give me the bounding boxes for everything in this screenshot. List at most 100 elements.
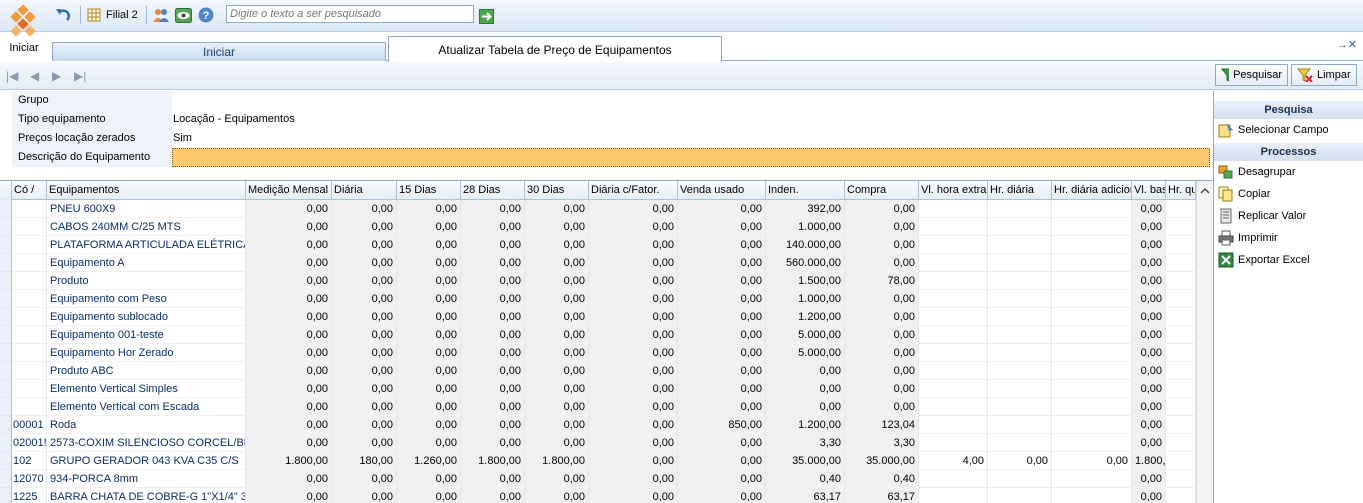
cell-days-15[interactable]: 0,00 [397,200,461,218]
cell-base-value[interactable]: 0,00 [1132,200,1166,218]
cell-overtime[interactable] [919,470,988,488]
cell-hours[interactable] [1166,290,1196,308]
cell-daily-hours[interactable] [988,488,1052,503]
cell-days-15[interactable]: 0,00 [397,416,461,434]
cell-daily-hours[interactable] [988,362,1052,380]
cell-code[interactable] [12,380,47,398]
cell-code[interactable] [12,218,47,236]
cell-days-28[interactable]: 0,00 [461,218,525,236]
cell-days-15[interactable]: 1.260,00 [397,452,461,470]
cell-daily-hours[interactable] [988,434,1052,452]
cell-used-sale[interactable]: 0,00 [678,290,766,308]
copy-item[interactable]: Copiar [1214,183,1363,205]
cell-days-30[interactable]: 0,00 [525,470,589,488]
cell-days-30[interactable]: 0,00 [525,218,589,236]
cell-days-28[interactable]: 0,00 [461,416,525,434]
cell-days-15[interactable]: 0,00 [397,236,461,254]
cell-daily[interactable]: 0,00 [332,326,397,344]
cell-daily-factor[interactable]: 0,00 [589,272,678,290]
cell-extra-daily-hours[interactable] [1052,236,1132,254]
cell-hours[interactable] [1166,470,1196,488]
column-header-extra-daily-hours[interactable]: Hr. diária adicior [1052,181,1132,200]
cell-equipment[interactable]: Produto [47,272,246,290]
cell-days-30[interactable]: 0,00 [525,326,589,344]
cell-daily[interactable]: 0,00 [332,344,397,362]
cell-used-sale[interactable]: 0,00 [678,398,766,416]
cell-purchase[interactable]: 0,00 [845,254,919,272]
cell-overtime[interactable] [919,254,988,272]
cell-daily-factor[interactable]: 0,00 [589,218,678,236]
cell-indemnity[interactable]: 1.200,00 [766,416,845,434]
cell-purchase[interactable]: 0,00 [845,200,919,218]
cell-daily-hours[interactable] [988,308,1052,326]
cell-used-sale[interactable]: 0,00 [678,362,766,380]
cell-monthly[interactable]: 1.800,00 [246,452,332,470]
cell-daily-factor[interactable]: 0,00 [589,488,678,503]
cell-code[interactable]: 12070 [12,470,47,488]
cell-indemnity[interactable]: 0,00 [766,380,845,398]
cell-indemnity[interactable]: 63,17 [766,488,845,503]
row-selector[interactable] [0,218,12,236]
cell-overtime[interactable] [919,398,988,416]
cell-hours[interactable] [1166,254,1196,272]
column-header-days-30[interactable]: 30 Dias [525,181,589,200]
cell-days-30[interactable]: 0,00 [525,362,589,380]
cell-extra-daily-hours[interactable]: 0,00 [1052,452,1132,470]
cell-days-15[interactable]: 0,00 [397,362,461,380]
cell-equipment[interactable]: CABOS 240MM C/25 MTS [47,218,246,236]
cell-used-sale[interactable]: 0,00 [678,308,766,326]
cell-days-30[interactable]: 0,00 [525,416,589,434]
cell-purchase[interactable]: 0,00 [845,326,919,344]
cell-daily-factor[interactable]: 0,00 [589,398,678,416]
column-header-hours[interactable]: Hr. qu [1166,181,1196,200]
cell-purchase[interactable]: 0,00 [845,290,919,308]
cell-indemnity[interactable]: 1.000,00 [766,290,845,308]
undo-button[interactable] [54,6,72,24]
cell-equipment[interactable]: Elemento Vertical com Escada [47,398,246,416]
cell-monthly[interactable]: 0,00 [246,272,332,290]
cell-extra-daily-hours[interactable] [1052,326,1132,344]
cell-daily-hours[interactable] [988,236,1052,254]
cell-code[interactable] [12,398,47,416]
cell-overtime[interactable] [919,290,988,308]
cell-code[interactable]: 00001 [12,416,47,434]
row-selector[interactable] [0,272,12,290]
cell-days-28[interactable]: 0,00 [461,488,525,503]
cell-daily[interactable]: 0,00 [332,308,397,326]
cell-days-15[interactable]: 0,00 [397,488,461,503]
cell-daily-hours[interactable] [988,200,1052,218]
cell-days-28[interactable]: 0,00 [461,470,525,488]
cell-daily-hours[interactable] [988,272,1052,290]
cell-monthly[interactable]: 0,00 [246,398,332,416]
cell-days-30[interactable]: 0,00 [525,344,589,362]
cell-daily-factor[interactable]: 0,00 [589,308,678,326]
cell-base-value[interactable]: 0,00 [1132,308,1166,326]
row-selector[interactable] [0,434,12,452]
column-header-indemnity[interactable]: Inden. [766,181,845,200]
cell-days-28[interactable]: 0,00 [461,344,525,362]
cell-overtime[interactable] [919,344,988,362]
cell-base-value[interactable]: 0,00 [1132,326,1166,344]
cell-hours[interactable] [1166,488,1196,503]
cell-indemnity[interactable]: 1.500,00 [766,272,845,290]
cell-code[interactable] [12,344,47,362]
cell-indemnity[interactable]: 5.000,00 [766,344,845,362]
row-selector[interactable] [0,452,12,470]
cell-days-15[interactable]: 0,00 [397,380,461,398]
cell-used-sale[interactable]: 850,00 [678,416,766,434]
filter-value-zero-prices[interactable]: Sim [172,129,1210,148]
cell-code[interactable] [12,362,47,380]
cell-extra-daily-hours[interactable] [1052,272,1132,290]
cell-purchase[interactable]: 35.000,00 [845,452,919,470]
cell-monthly[interactable]: 0,00 [246,362,332,380]
cell-base-value[interactable]: 0,00 [1132,290,1166,308]
cell-daily-hours[interactable] [988,398,1052,416]
cell-days-30[interactable]: 1.800,00 [525,452,589,470]
cell-days-30[interactable]: 0,00 [525,200,589,218]
cell-daily-factor[interactable]: 0,00 [589,290,678,308]
cell-days-28[interactable]: 0,00 [461,290,525,308]
cell-monthly[interactable]: 0,00 [246,254,332,272]
cell-days-15[interactable]: 0,00 [397,272,461,290]
cell-daily[interactable]: 180,00 [332,452,397,470]
cell-indemnity[interactable]: 392,00 [766,200,845,218]
